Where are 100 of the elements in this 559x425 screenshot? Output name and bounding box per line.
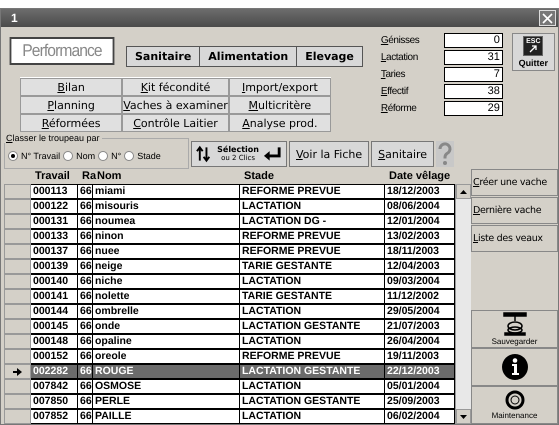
table-cell: LACTATION GESTANTE bbox=[240, 364, 385, 379]
table-cell: niche bbox=[93, 274, 240, 289]
menu-button[interactable]: Kit fécondité bbox=[122, 78, 229, 96]
table-cell: ninon bbox=[93, 229, 240, 244]
radio-option[interactable]: N° Travail bbox=[8, 150, 60, 160]
table-cell: 66 bbox=[78, 409, 93, 424]
counter-label: Effectif bbox=[380, 86, 410, 98]
table-cell: 66 bbox=[78, 199, 93, 214]
column-header: Date vêlage bbox=[388, 169, 452, 184]
column-header: Stade bbox=[243, 169, 275, 184]
table-cell: 002282 bbox=[31, 364, 78, 379]
table-cell: 000113 bbox=[31, 184, 78, 199]
table-cell: OSMOSE bbox=[93, 379, 240, 394]
table-cell: 007842 bbox=[31, 379, 78, 394]
counter-label: Taries bbox=[380, 69, 406, 80]
menu-button[interactable]: Vaches à examiner bbox=[122, 96, 229, 114]
scroll-up-button[interactable] bbox=[456, 184, 471, 199]
table-cell: 66 bbox=[78, 289, 93, 304]
row-indicator[interactable] bbox=[4, 364, 31, 379]
scroll-down-button[interactable] bbox=[456, 409, 471, 424]
menu-button[interactable]: Réformées bbox=[20, 114, 122, 132]
table-cell: misouris bbox=[93, 199, 240, 214]
table-cell: ROUGE bbox=[93, 364, 240, 379]
window-title: 1 bbox=[11, 11, 18, 26]
table-cell: PAILLE bbox=[93, 409, 240, 424]
menu-button[interactable]: Analyse prod. bbox=[228, 114, 331, 132]
table-cell: LACTATION bbox=[240, 334, 385, 349]
table-cell: LACTATION GESTANTE bbox=[240, 394, 385, 409]
counter-field: 0 bbox=[444, 33, 503, 48]
table-cell: TARIE GESTANTE bbox=[240, 289, 385, 304]
table-cell: 66 bbox=[78, 394, 93, 409]
table-cell: 000137 bbox=[31, 244, 78, 259]
up-arrow-icon bbox=[460, 190, 467, 194]
side-button[interactable]: Liste des veaux bbox=[471, 225, 558, 252]
info-icon bbox=[500, 353, 528, 381]
menu-button[interactable]: Planning bbox=[20, 96, 122, 114]
action-button[interactable]: Voir la Fiche bbox=[289, 141, 370, 167]
tab[interactable]: Elevage bbox=[297, 46, 363, 68]
table-cell: 000152 bbox=[31, 349, 78, 364]
table-cell: REFORME PREVUE bbox=[240, 349, 385, 364]
table-cell: TARIE GESTANTE bbox=[240, 259, 385, 274]
counter-field: 38 bbox=[444, 84, 503, 100]
table-cell: 13/02/2003 bbox=[385, 229, 455, 244]
table-cell: 66 bbox=[78, 184, 93, 199]
table-cell: miami bbox=[93, 184, 240, 199]
menu-button[interactable]: Bilan bbox=[20, 78, 122, 96]
side-button[interactable]: Créer une vache bbox=[471, 169, 558, 196]
table-cell: onde bbox=[93, 319, 240, 334]
menu-button[interactable]: Contrôle Laitier bbox=[122, 114, 229, 132]
table-cell: REFORME PREVUE bbox=[240, 229, 385, 244]
table-cell: 22/12/2003 bbox=[385, 364, 455, 379]
table-cell: 000133 bbox=[31, 229, 78, 244]
lifebuoy-icon bbox=[504, 390, 524, 410]
table-cell: 000122 bbox=[31, 199, 78, 214]
table-cell: 007852 bbox=[31, 409, 78, 424]
table-cell: oreole bbox=[93, 349, 240, 364]
table-cell: REFORME PREVUE bbox=[240, 244, 385, 259]
table-cell: 000144 bbox=[31, 304, 78, 319]
counter-field: 7 bbox=[444, 67, 503, 82]
table-cell: 66 bbox=[78, 319, 93, 334]
table-cell: 66 bbox=[78, 349, 93, 364]
help-icon[interactable] bbox=[436, 141, 454, 167]
tool-button[interactable]: Sauvegarder bbox=[471, 310, 558, 348]
radio-option[interactable]: Stade bbox=[124, 150, 161, 160]
table-cell: 000131 bbox=[31, 214, 78, 229]
menu-button[interactable]: Multicritère bbox=[228, 96, 331, 114]
radio-option[interactable]: N° bbox=[98, 150, 122, 160]
counter-label: Réforme bbox=[380, 103, 418, 114]
table-cell: 66 bbox=[78, 379, 93, 394]
enter-arrow-icon bbox=[262, 146, 282, 162]
table-cell: 08/06/2004 bbox=[385, 199, 455, 214]
menu-button[interactable]: Import/export bbox=[228, 78, 331, 96]
table-cell: PERLE bbox=[93, 394, 240, 409]
table-cell: 66 bbox=[78, 304, 93, 319]
group-title: Classer le troupeau par bbox=[5, 133, 101, 143]
table-cell: nolette bbox=[93, 289, 240, 304]
tab[interactable]: Alimentation bbox=[200, 46, 298, 68]
table-cell: 09/03/2004 bbox=[385, 274, 455, 289]
table-cell: 66 bbox=[78, 214, 93, 229]
tool-button[interactable]: Maintenance bbox=[471, 386, 558, 424]
table-cell: LACTATION bbox=[240, 304, 385, 319]
table-cell: 000145 bbox=[31, 319, 78, 334]
press-icon bbox=[502, 312, 528, 336]
table-cell: 25/09/2003 bbox=[385, 394, 455, 409]
table-cell: 66 bbox=[78, 364, 93, 379]
tab[interactable]: Sanitaire bbox=[126, 46, 200, 68]
table-cell: 000148 bbox=[31, 334, 78, 349]
radio-option[interactable]: Nom bbox=[63, 150, 96, 160]
tool-button[interactable] bbox=[471, 348, 558, 386]
side-button[interactable]: Dernière vache bbox=[471, 197, 558, 224]
table-cell: 11/12/2002 bbox=[385, 289, 455, 304]
table-cell: 12/01/2004 bbox=[385, 214, 455, 229]
table-cell: nuee bbox=[93, 244, 240, 259]
table-cell: 12/04/2003 bbox=[385, 259, 455, 274]
action-button[interactable]: Sanitaire bbox=[371, 141, 434, 167]
scrollbar-track[interactable] bbox=[455, 184, 471, 424]
close-button[interactable] bbox=[539, 10, 556, 26]
table-cell: LACTATION bbox=[240, 274, 385, 289]
table-cell: 26/04/2004 bbox=[385, 334, 455, 349]
table-cell: 29/05/2004 bbox=[385, 304, 455, 319]
